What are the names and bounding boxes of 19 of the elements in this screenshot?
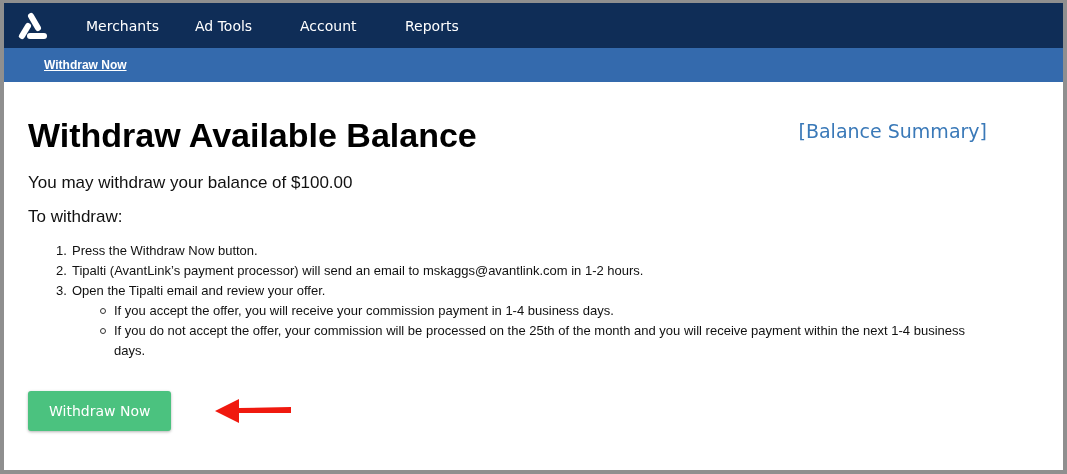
instructions-heading: To withdraw: xyxy=(28,207,124,227)
step-text: Open the Tipalti email and review your offer. xyxy=(72,283,326,298)
nav-link[interactable]: Reports xyxy=(405,17,459,34)
sub-step-text: If you do not accept the offer, your commission will be processed on the 25th of the month and you will receive payment within the next 1-4 business days. xyxy=(114,322,966,360)
step-number: 2. xyxy=(56,262,68,280)
sub-step-text: If you accept the offer, you will receive your commission payment in 1-4 business days. xyxy=(114,302,614,320)
step-text: Tipalti (AvantLink’s payment processor) will send an email to mskaggs@avantlink.com in 1-2 hours. xyxy=(72,263,644,278)
step-text: Press the Withdraw Now button. xyxy=(72,243,258,258)
balance-text: You may withdraw your balance of $100.00 xyxy=(28,173,354,193)
nav-link[interactable]: Account xyxy=(300,17,405,34)
balance-summary-link[interactable]: [Balance Summary] xyxy=(798,120,987,142)
nav-link[interactable]: Ad Tools xyxy=(195,17,300,34)
logo-icon[interactable] xyxy=(18,11,48,40)
sub-nav-link[interactable]: Withdraw Now xyxy=(44,58,127,72)
nav-link[interactable]: Merchants xyxy=(86,17,195,34)
step-number: 1. xyxy=(56,242,68,260)
arrow-icon xyxy=(215,398,294,424)
page-title: Withdraw Available Balance xyxy=(28,116,477,155)
step-number: 3. xyxy=(56,282,68,300)
